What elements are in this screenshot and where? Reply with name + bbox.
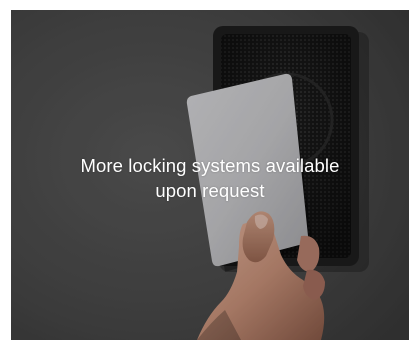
promo-caption-line-1: More locking systems available [80, 155, 340, 176]
promo-caption: More locking systems available upon requ… [11, 153, 409, 203]
promo-card: More locking systems available upon requ… [11, 10, 409, 340]
promo-caption-line-2: upon request [155, 180, 265, 201]
